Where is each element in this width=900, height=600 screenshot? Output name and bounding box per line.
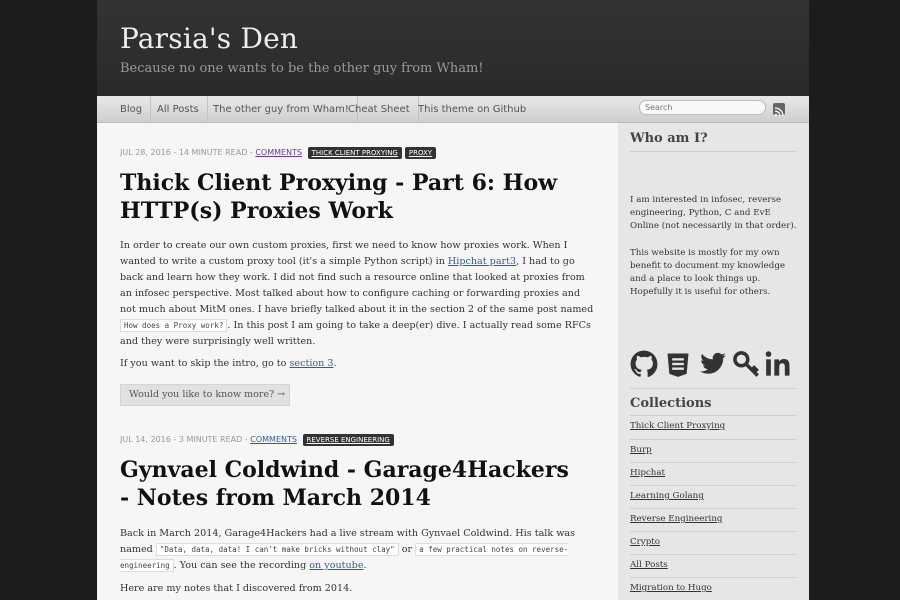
text-span: . You can see the recording bbox=[173, 560, 310, 571]
nav-item-cheat-sheet[interactable]: Cheat Sheet bbox=[340, 96, 419, 123]
post-meta: JUL 14, 2016 - 3 MINUTE READ - COMMENTS … bbox=[120, 434, 394, 446]
stack-icon[interactable] bbox=[664, 350, 692, 378]
twitter-icon[interactable] bbox=[698, 350, 728, 378]
post-title[interactable]: Gynvael Coldwind - Garage4Hackers - Note… bbox=[120, 456, 580, 512]
divider bbox=[630, 388, 797, 389]
linkedin-icon[interactable] bbox=[764, 350, 794, 378]
collection-link[interactable]: Reverse Engineering bbox=[630, 514, 723, 524]
divider bbox=[630, 485, 797, 486]
collection-link[interactable]: Migration to Hugo bbox=[630, 583, 712, 593]
site-title[interactable]: Parsia's Den bbox=[120, 22, 298, 55]
post-date: JUL 28, 2016 - 14 MINUTE READ - bbox=[120, 148, 253, 157]
post-date: JUL 14, 2016 - 3 MINUTE READ - bbox=[120, 435, 248, 444]
youtube-link[interactable]: on youtube bbox=[309, 560, 363, 571]
divider bbox=[630, 577, 797, 578]
comments-link[interactable]: COMMENTS bbox=[250, 435, 297, 444]
text-span: . bbox=[363, 560, 367, 571]
search-input[interactable] bbox=[639, 100, 766, 115]
text-span: or bbox=[398, 544, 416, 555]
tag-badge[interactable]: PROXY bbox=[404, 147, 437, 159]
divider bbox=[630, 439, 797, 440]
nav-bar: Blog All Posts The other guy from Wham! … bbox=[97, 96, 809, 123]
sidebar: Who am I? I am interested in infosec, re… bbox=[618, 123, 809, 600]
collection-link[interactable]: Hipchat bbox=[630, 468, 665, 478]
text-span: . bbox=[333, 358, 337, 369]
divider bbox=[630, 415, 797, 416]
tag-badge[interactable]: REVERSE ENGINEERING bbox=[302, 434, 394, 446]
nav-item-all-posts[interactable]: All Posts bbox=[149, 96, 208, 123]
collection-link[interactable]: All Posts bbox=[630, 560, 668, 570]
page: Parsia's Den Because no one wants to be … bbox=[97, 0, 809, 600]
main-content: JUL 28, 2016 - 14 MINUTE READ - COMMENTS… bbox=[97, 123, 617, 600]
post-title[interactable]: Thick Client Proxying - Part 6: How HTTP… bbox=[120, 169, 580, 225]
keybase-icon[interactable] bbox=[732, 350, 760, 378]
hipchat-link[interactable]: Hipchat part3 bbox=[448, 256, 516, 267]
section-3-link[interactable]: section 3 bbox=[289, 358, 333, 369]
nav-item-wham[interactable]: The other guy from Wham! bbox=[205, 96, 358, 123]
nav-item-theme-github[interactable]: This theme on Github bbox=[410, 96, 534, 123]
post-meta: JUL 28, 2016 - 14 MINUTE READ - COMMENTS… bbox=[120, 147, 437, 159]
collection-link[interactable]: Thick Client Proxying bbox=[630, 421, 725, 431]
rss-icon[interactable] bbox=[773, 103, 785, 117]
inline-code: How does a Proxy work? bbox=[120, 319, 228, 332]
site-tagline: Because no one wants to be the other guy… bbox=[120, 61, 484, 76]
comments-link[interactable]: COMMENTS bbox=[255, 148, 302, 157]
divider bbox=[630, 554, 797, 555]
collection-link[interactable]: Learning Golang bbox=[630, 491, 704, 501]
post-excerpt-2: Here are my notes that I discovered from… bbox=[120, 583, 353, 594]
about-text-2: This website is mostly for my own benefi… bbox=[630, 248, 786, 297]
collections-heading: Collections bbox=[630, 396, 712, 411]
divider bbox=[630, 508, 797, 509]
read-more-button[interactable]: Would you like to know more? → bbox=[120, 384, 290, 406]
divider bbox=[630, 462, 797, 463]
post-excerpt: In order to create our own custom proxie… bbox=[120, 238, 595, 350]
collection-link[interactable]: Crypto bbox=[630, 537, 660, 547]
github-icon[interactable] bbox=[630, 350, 658, 378]
collection-link[interactable]: Burp bbox=[630, 445, 652, 455]
post-excerpt: Back in March 2014, Garage4Hackers had a… bbox=[120, 526, 595, 574]
divider bbox=[630, 151, 797, 152]
social-icons bbox=[630, 350, 800, 384]
site-header: Parsia's Den Because no one wants to be … bbox=[97, 0, 809, 96]
inline-code: "Data, data, data! I can't make bricks w… bbox=[155, 543, 399, 556]
nav-item-blog[interactable]: Blog bbox=[112, 96, 152, 123]
post-excerpt-2: If you want to skip the intro, go to sec… bbox=[120, 356, 595, 372]
about-heading: Who am I? bbox=[630, 131, 708, 146]
about-text: I am interested in infosec, reverse engi… bbox=[630, 195, 797, 231]
text-span: If you want to skip the intro, go to bbox=[120, 358, 290, 369]
tag-badge[interactable]: THICK CLIENT PROXYING bbox=[307, 147, 402, 159]
divider bbox=[630, 531, 797, 532]
